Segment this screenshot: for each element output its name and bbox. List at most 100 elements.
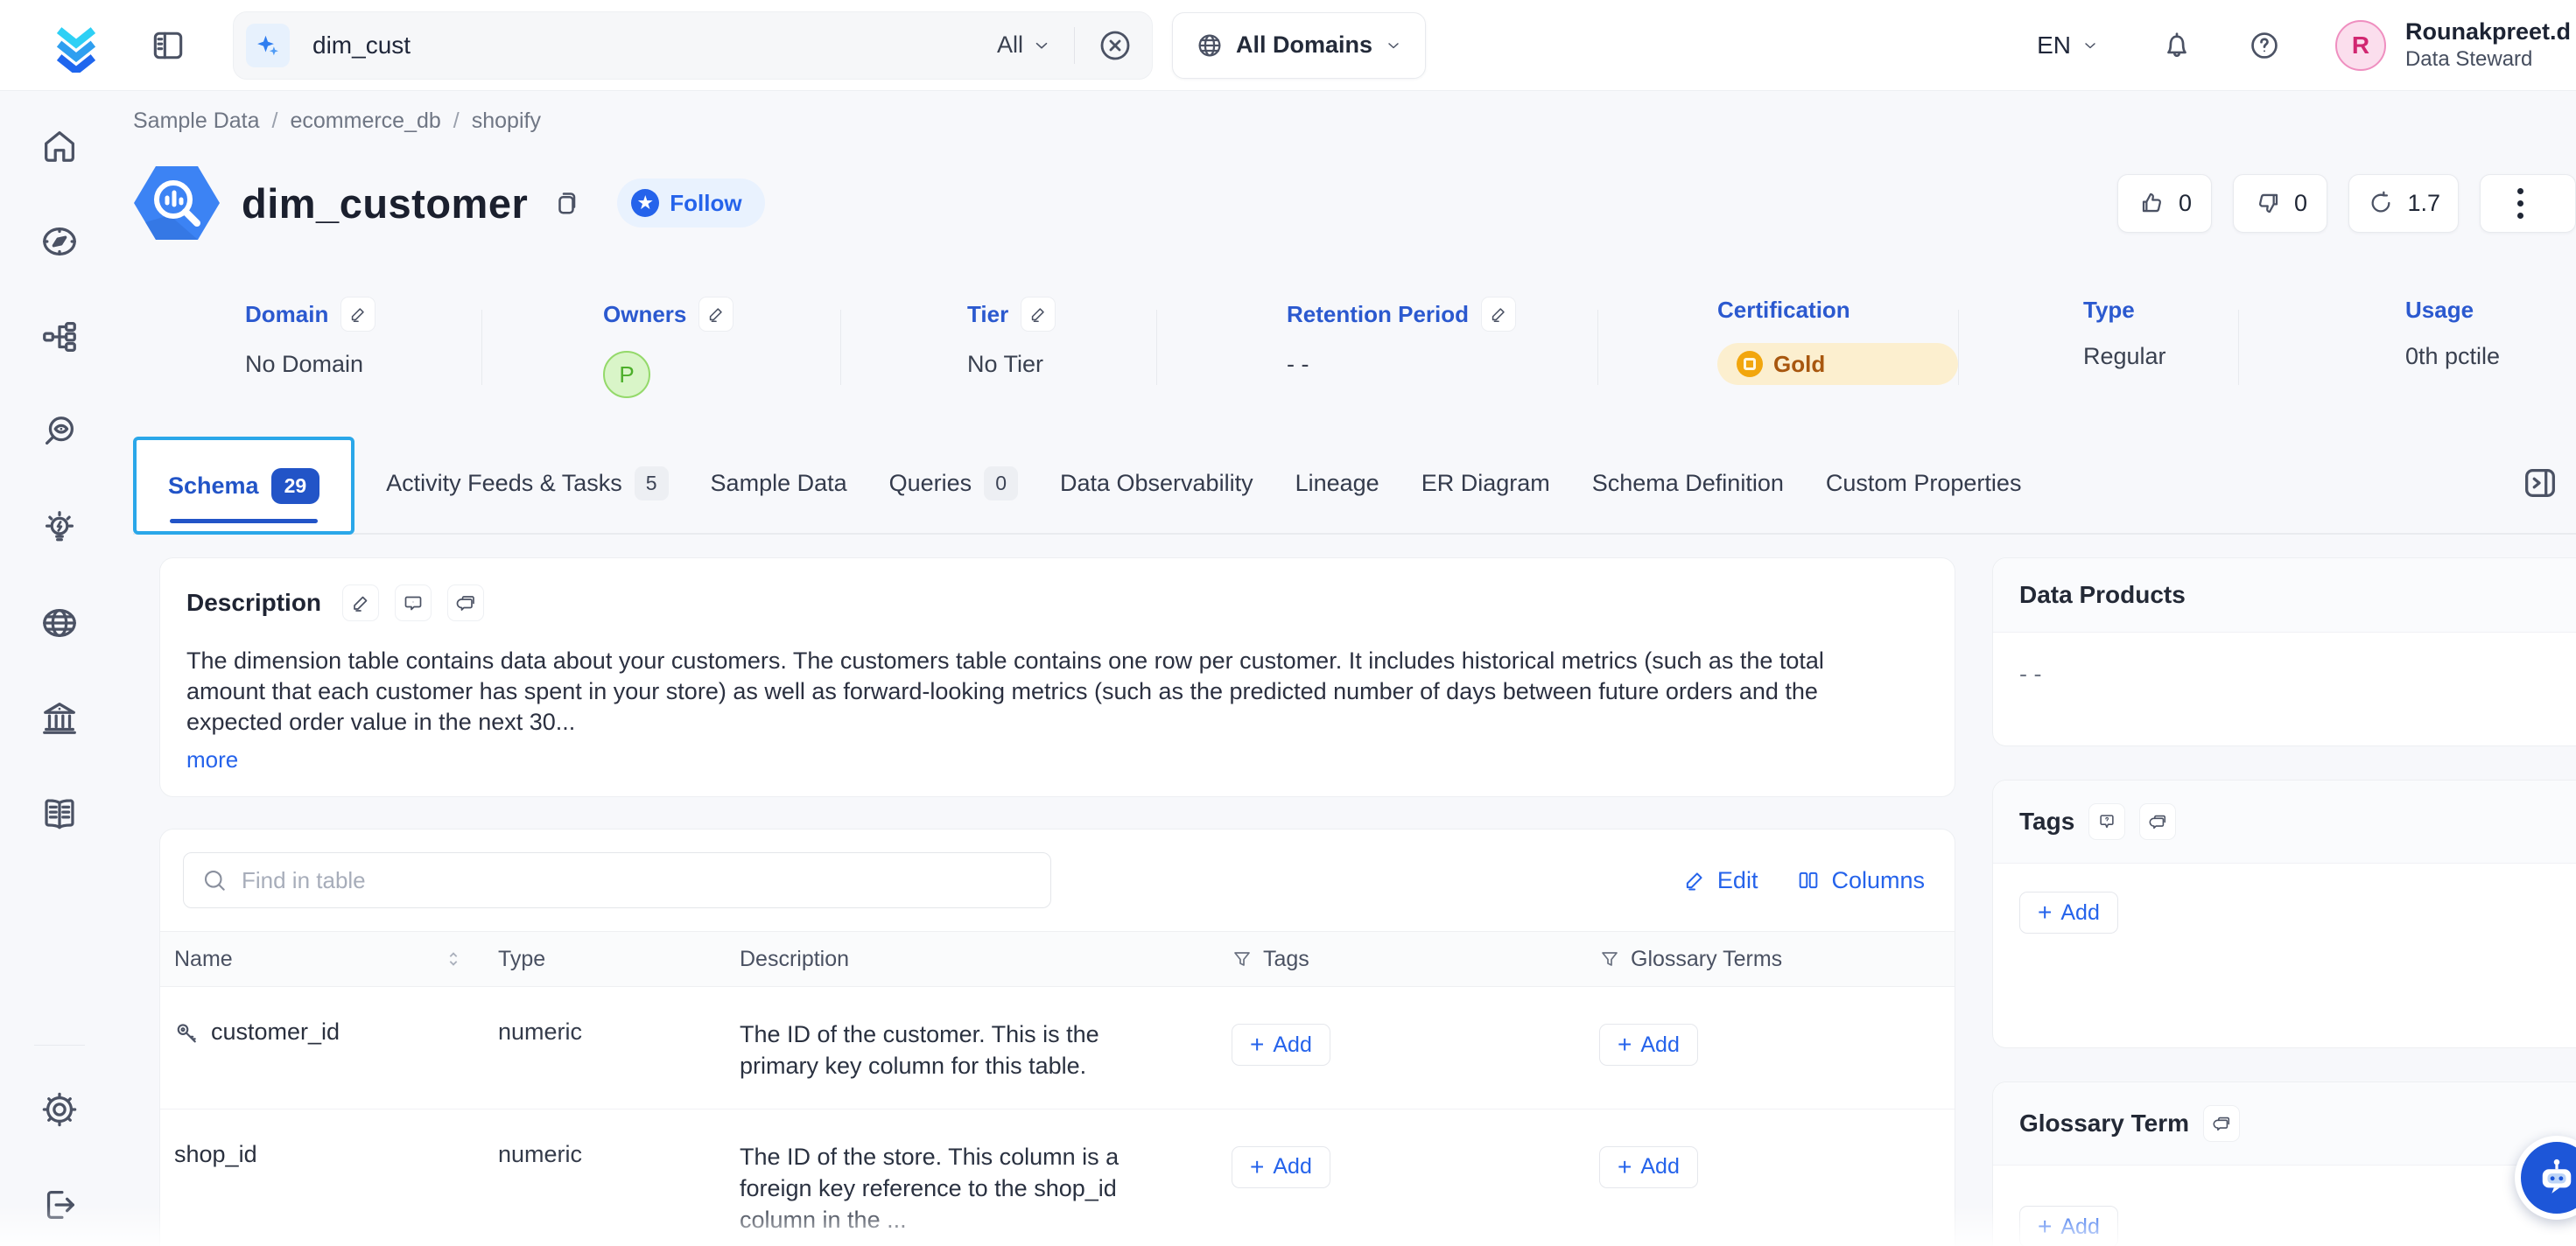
global-search-bar[interactable]: dim_cust All <box>233 11 1153 80</box>
breadcrumb-connection[interactable]: Sample Data <box>133 108 260 134</box>
downvote-button[interactable]: 0 <box>2233 174 2327 233</box>
description-more-link[interactable]: more <box>186 746 238 774</box>
tab-activity-feeds-tasks[interactable]: Activity Feeds & Tasks 5 <box>386 466 668 500</box>
tab-queries[interactable]: Queries 0 <box>889 466 1018 500</box>
edit-tier-button[interactable] <box>1021 297 1056 332</box>
add-tag-button[interactable]: +Add <box>2019 892 2118 934</box>
schema-tab-content: Description The dimension table contains… <box>159 557 1955 1246</box>
upvote-button[interactable]: 0 <box>2117 174 2212 233</box>
pencil-icon <box>1682 868 1707 892</box>
tags-suggestions-button[interactable] <box>2139 803 2176 840</box>
glossary-book-icon[interactable] <box>39 794 80 834</box>
meta-domain: Domain No Domain <box>245 297 481 378</box>
add-tag-button[interactable]: +Add <box>1232 1146 1330 1188</box>
home-icon[interactable] <box>39 126 80 166</box>
add-glossary-term-button[interactable]: +Add <box>1599 1024 1698 1066</box>
table-row[interactable]: shop_id numeric The ID of the store. Thi… <box>160 1110 1955 1246</box>
discover-compass-icon[interactable] <box>39 221 80 262</box>
tab-lineage[interactable]: Lineage <box>1295 470 1379 497</box>
search-scope-dropdown[interactable]: All <box>997 32 1051 59</box>
topbar: dim_cust All All Domains EN <box>0 0 2576 91</box>
meta-type: Type Regular <box>1959 297 2238 370</box>
bell-icon <box>2160 29 2193 62</box>
search-input[interactable]: dim_cust <box>312 32 997 60</box>
sidebar-toggle-button[interactable] <box>149 26 187 65</box>
owner-avatar[interactable]: P <box>603 351 650 398</box>
ai-search-chip[interactable] <box>246 24 290 67</box>
page-title: dim_customer <box>242 179 528 228</box>
add-glossary-term-button[interactable]: +Add <box>2019 1206 2118 1246</box>
collapse-right-panel-button[interactable] <box>2520 463 2560 503</box>
column-name: customer_id <box>211 1018 340 1046</box>
meta-retention-period: Retention Period - - <box>1157 297 1597 378</box>
add-glossary-term-button[interactable]: +Add <box>1599 1146 1698 1188</box>
tab-data-observability[interactable]: Data Observability <box>1060 470 1253 497</box>
column-header-tags[interactable]: Tags <box>1219 947 1587 972</box>
tab-er-diagram[interactable]: ER Diagram <box>1421 470 1550 497</box>
web-globe-icon[interactable] <box>39 603 80 643</box>
search-icon <box>201 867 228 893</box>
user-block[interactable]: Rounakpreet.d Data Steward <box>2405 18 2576 74</box>
description-comment-button[interactable] <box>395 584 432 621</box>
more-actions-button[interactable] <box>2480 174 2576 233</box>
edit-retention-button[interactable] <box>1481 297 1516 332</box>
description-suggestions-button[interactable] <box>447 584 484 621</box>
tags-help-button[interactable] <box>2088 803 2125 840</box>
stacked-chat-icon <box>2212 1114 2231 1133</box>
observability-search-eye-icon[interactable] <box>39 412 80 452</box>
language-dropdown[interactable]: EN <box>2037 32 2099 60</box>
asset-page: Sample Data / ecommerce_db / shopify dim… <box>118 91 2576 1246</box>
columns-table-card: Edit Columns Name <box>159 829 1955 1246</box>
find-in-table-wrap <box>183 852 1051 908</box>
column-header-type[interactable]: Type <box>486 947 727 972</box>
column-header-glossary-terms[interactable]: Glossary Terms <box>1587 947 1955 972</box>
settings-gear-icon[interactable] <box>39 1089 80 1130</box>
tab-schema[interactable]: Schema 29 <box>168 468 319 504</box>
data-products-card: Data Products - - <box>1992 557 2576 746</box>
breadcrumb-schema[interactable]: shopify <box>472 108 541 134</box>
tab-schema-definition[interactable]: Schema Definition <box>1592 470 1784 497</box>
help-button[interactable] <box>2248 29 2281 62</box>
edit-domain-button[interactable] <box>340 297 376 332</box>
edit-table-button[interactable]: Edit <box>1682 867 1758 894</box>
add-tag-button[interactable]: +Add <box>1232 1024 1330 1066</box>
filter-funnel-icon[interactable] <box>1232 948 1253 970</box>
edit-owners-button[interactable] <box>698 297 733 332</box>
table-row[interactable]: customer_id numeric The ID of the custom… <box>160 987 1955 1109</box>
tab-custom-properties[interactable]: Custom Properties <box>1826 470 2022 497</box>
find-in-table-input[interactable] <box>242 867 1033 894</box>
column-name: shop_id <box>174 1141 257 1168</box>
asset-title-row: dim_customer ★ Follow 0 <box>133 164 2576 242</box>
search-divider <box>1074 27 1075 64</box>
meta-usage: Usage 0th pctile <box>2239 297 2500 370</box>
data-products-hierarchy-icon[interactable] <box>39 317 80 357</box>
primary-key-icon <box>174 1020 200 1046</box>
view-more-link[interactable]: View more <box>740 1241 851 1246</box>
insights-lightbulb-icon[interactable] <box>39 508 80 548</box>
question-circle-icon <box>2248 29 2281 62</box>
bigquery-hexagon-icon <box>133 164 221 242</box>
column-header-name[interactable]: Name <box>160 947 486 972</box>
asset-tabs: Schema 29 Activity Feeds & Tasks 5 Sampl… <box>133 433 2576 535</box>
filter-funnel-icon[interactable] <box>1599 948 1620 970</box>
notifications-button[interactable] <box>2160 29 2193 62</box>
certification-badge[interactable]: Gold <box>1717 343 1958 385</box>
columns-config-button[interactable]: Columns <box>1796 867 1925 894</box>
clear-search-icon[interactable] <box>1098 28 1133 63</box>
breadcrumb-database[interactable]: ecommerce_db <box>290 108 440 134</box>
follow-button[interactable]: ★ Follow <box>617 178 764 228</box>
tab-sample-data[interactable]: Sample Data <box>711 470 847 497</box>
governance-bank-icon[interactable] <box>39 698 80 738</box>
glossary-suggestions-button[interactable] <box>2203 1105 2240 1142</box>
sort-icon[interactable] <box>444 949 463 969</box>
popularity-score-button[interactable]: 1.7 <box>2348 174 2459 233</box>
data-products-title: Data Products <box>2019 581 2186 609</box>
user-avatar[interactable]: R <box>2335 20 2386 71</box>
atlan-logo[interactable] <box>49 18 103 73</box>
column-header-description[interactable]: Description <box>727 947 1219 972</box>
sign-out-icon[interactable] <box>39 1185 80 1225</box>
all-domains-dropdown[interactable]: All Domains <box>1172 12 1426 79</box>
copy-name-button[interactable] <box>551 187 582 219</box>
edit-description-button[interactable] <box>342 584 379 621</box>
chevron-down-icon <box>1032 36 1051 55</box>
